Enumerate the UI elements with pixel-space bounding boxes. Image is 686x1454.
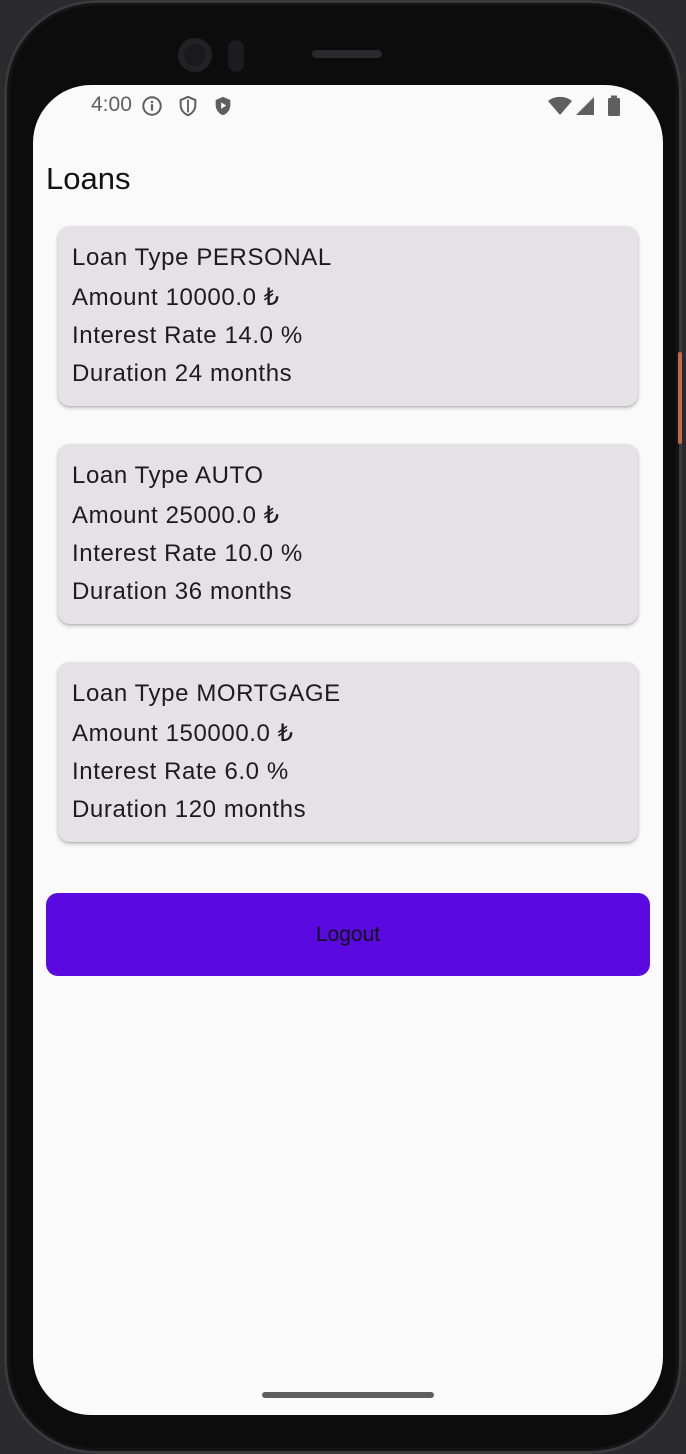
loan-interest-rate-text: Interest Rate 6.0 % — [72, 758, 289, 785]
loan-card-auto: Loan Type AUTO Amount 25000.0 ₺ Interest… — [58, 444, 638, 624]
loan-amount-text: Amount 25000.0 ₺ — [72, 502, 280, 529]
shield-outline-icon — [179, 95, 197, 117]
battery-icon — [608, 95, 620, 116]
loan-amount-text: Amount 150000.0 ₺ — [72, 720, 294, 747]
logout-button[interactable]: Logout — [46, 893, 650, 976]
loan-interest-rate-text: Interest Rate 10.0 % — [72, 540, 303, 567]
wifi-icon — [548, 96, 572, 115]
loan-card-personal: Loan Type PERSONAL Amount 10000.0 ₺ Inte… — [58, 226, 638, 406]
info-icon — [142, 96, 162, 116]
loan-duration-text: Duration 120 months — [72, 796, 307, 823]
home-indicator[interactable] — [262, 1392, 434, 1398]
loan-duration-text: Duration 24 months — [72, 360, 293, 387]
status-time: 4:00 — [91, 93, 132, 116]
loan-interest-rate-text: Interest Rate 14.0 % — [72, 322, 303, 349]
power-button — [678, 352, 682, 444]
front-camera — [178, 38, 212, 72]
app-screen: 4:00 Loans Loan Type PERSONAL Amount 100… — [33, 85, 663, 1415]
loan-card-mortgage: Loan Type MORTGAGE Amount 150000.0 ₺ Int… — [58, 662, 638, 842]
loan-type-text: Loan Type AUTO — [72, 462, 264, 489]
loan-type-text: Loan Type MORTGAGE — [72, 680, 341, 707]
sensor — [228, 40, 244, 72]
earpiece-speaker — [312, 50, 382, 58]
page-title: Loans — [46, 161, 131, 196]
loan-amount-text: Amount 10000.0 ₺ — [72, 284, 280, 311]
loan-duration-text: Duration 36 months — [72, 578, 293, 605]
signal-icon — [576, 97, 594, 115]
loan-type-text: Loan Type PERSONAL — [72, 244, 332, 271]
status-bar: 4:00 — [33, 85, 663, 127]
phone-frame: 4:00 Loans Loan Type PERSONAL Amount 100… — [4, 0, 682, 1454]
shield-play-icon — [215, 96, 231, 116]
